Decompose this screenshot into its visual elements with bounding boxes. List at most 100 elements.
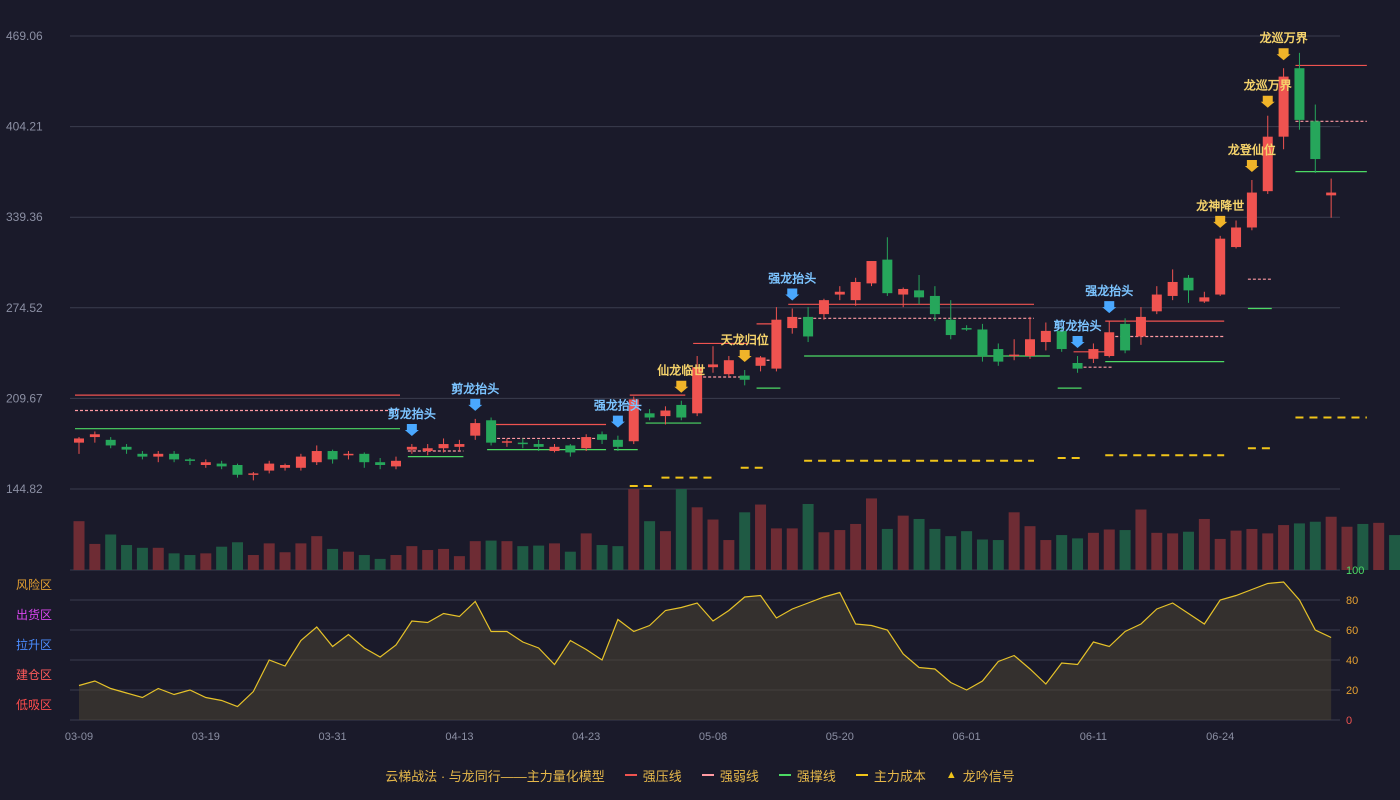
candle-body — [1326, 192, 1337, 196]
candle-body — [1246, 192, 1257, 228]
zone-label: 风险区 — [16, 577, 52, 592]
volume-bar — [866, 498, 877, 570]
volume-bar — [1183, 531, 1194, 570]
candle-body — [755, 357, 766, 366]
candle-body — [1025, 339, 1035, 357]
volume-bar — [73, 521, 85, 570]
signal-label: 强龙抬头 — [594, 398, 642, 413]
candle-body — [834, 291, 845, 295]
date-tick-label: 05-08 — [699, 731, 727, 743]
legend: 云梯战法 · 与龙同行——主力量化模型 强压线 强弱线 强撑线 主力成本 ▲ 龙… — [0, 762, 1400, 788]
signal-arrow-icon — [1213, 215, 1228, 228]
volume-bar — [580, 533, 592, 570]
candle-body — [961, 328, 972, 330]
signal-label: 剪龙抬头 — [388, 406, 436, 421]
candle-body — [866, 261, 877, 284]
date-tick-label: 03-19 — [192, 731, 220, 743]
candle-body — [565, 445, 576, 453]
candle-body — [1088, 349, 1099, 359]
candle-body — [1135, 316, 1146, 337]
volume-bar — [247, 555, 259, 570]
volume-bar — [628, 489, 640, 570]
volume-bar — [596, 545, 608, 570]
volume-bar — [992, 540, 1004, 570]
volume-bar — [89, 543, 101, 570]
signal-arrow-icon — [1102, 301, 1117, 314]
volume-bar — [850, 523, 862, 570]
legend-title-label: 云梯战法 · 与龙同行——主力量化模型 — [385, 768, 605, 784]
indicator-tick-label: 40 — [1346, 655, 1358, 667]
volume-bar — [279, 552, 291, 570]
candle-body — [89, 434, 100, 438]
volume-bar — [675, 489, 687, 570]
candle-body — [739, 375, 750, 380]
candle-body — [343, 453, 354, 456]
volume-layer — [73, 489, 1400, 570]
candle-body — [470, 423, 481, 436]
volume-bar — [881, 528, 893, 570]
legend-item-cost[interactable]: 主力成本 — [855, 766, 926, 785]
volume-bar — [834, 530, 846, 570]
volume-bar — [929, 528, 941, 570]
candle-body — [375, 462, 386, 465]
volume-bar — [1389, 535, 1400, 570]
legend-cost-swatch — [855, 774, 868, 776]
price-tick-label: 404.21 — [6, 120, 43, 134]
candle-body — [597, 434, 608, 440]
candle-body — [803, 316, 814, 337]
volume-bar — [295, 543, 307, 570]
indicator-tick-label: 0 — [1346, 715, 1352, 727]
volume-bar — [184, 555, 196, 570]
volume-bar — [1214, 538, 1226, 570]
volume-bar — [1087, 532, 1099, 570]
date-tick-label: 06-11 — [1080, 731, 1107, 743]
triangle-icon: ▲ — [945, 769, 957, 781]
volume-bar — [707, 519, 719, 570]
volume-bar — [1325, 516, 1337, 570]
date-tick-label: 03-09 — [65, 731, 93, 743]
volume-bar — [1056, 535, 1068, 570]
legend-item-signal[interactable]: ▲ 龙吟信号 — [946, 766, 1015, 785]
volume-bar — [1262, 533, 1274, 570]
volume-bar — [1167, 533, 1179, 570]
signal-label: 剪龙抬头 — [451, 381, 499, 396]
date-tick-label: 05-20 — [826, 731, 854, 743]
volume-bar — [168, 553, 180, 570]
candle-body — [74, 438, 84, 443]
price-tick-label: 469.06 — [6, 29, 43, 43]
candle-body — [216, 463, 227, 467]
signal-label: 剪龙抬头 — [1054, 318, 1102, 333]
zone-label: 拉升区 — [16, 637, 52, 652]
volume-bar — [818, 532, 830, 570]
candle-body — [898, 288, 909, 295]
volume-bar — [659, 531, 671, 570]
candle-body — [280, 464, 291, 468]
price-tick-label: 209.67 — [6, 391, 43, 405]
signal-arrow-icon — [1244, 159, 1259, 172]
legend-item-pressure[interactable]: 强压线 — [624, 766, 682, 785]
legend-support-label: 强撑线 — [796, 768, 836, 784]
volume-bar — [216, 546, 228, 570]
volume-bar — [105, 534, 117, 570]
volume-bar — [533, 545, 545, 570]
volume-bar — [1293, 523, 1305, 570]
candle-body — [914, 290, 925, 298]
legend-item-weak[interactable]: 强弱线 — [701, 766, 759, 785]
volume-bar — [802, 503, 814, 570]
volume-bar — [453, 556, 465, 570]
candle-body — [105, 439, 116, 446]
candle-body — [359, 453, 370, 463]
legend-support-swatch — [778, 774, 791, 776]
candle-body — [1199, 297, 1210, 302]
candle-body — [454, 444, 465, 447]
indicator-tick-label: 20 — [1346, 685, 1358, 697]
candle-body — [993, 349, 1004, 362]
candle-body — [1009, 354, 1020, 357]
candle-body — [771, 319, 782, 369]
volume-bar — [1246, 528, 1258, 570]
candle-body — [295, 456, 306, 468]
volume-bar — [311, 536, 323, 570]
legend-item-support[interactable]: 强撑线 — [778, 766, 836, 785]
date-tick-label: 06-01 — [953, 731, 981, 743]
volume-bar — [390, 555, 402, 570]
